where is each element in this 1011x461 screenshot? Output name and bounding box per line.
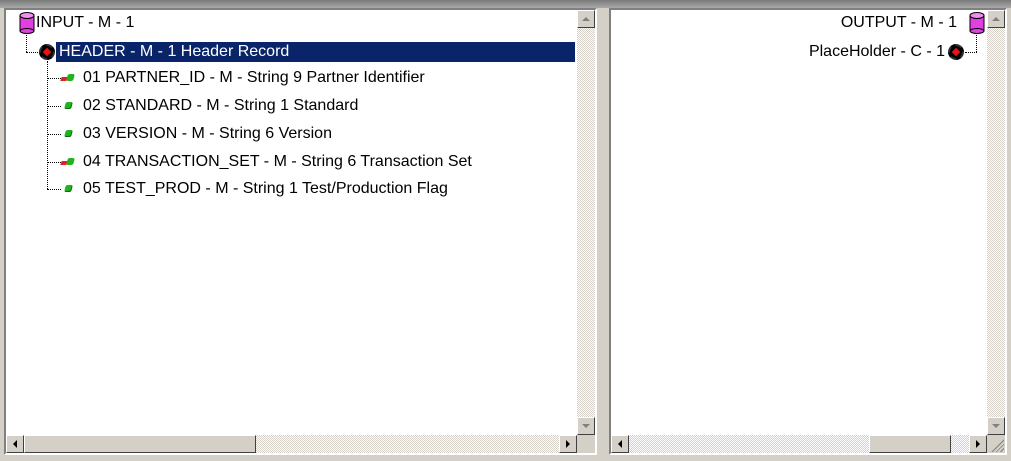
- tree-connector: [47, 162, 61, 163]
- arrow-left-icon: [618, 440, 622, 448]
- tree-root-label: INPUT - M - 1: [36, 14, 135, 31]
- mapped-leaf-icon: [60, 158, 75, 166]
- tree-node-label: PlaceHolder - C - 1: [808, 43, 945, 60]
- scroll-up-button[interactable]: [987, 10, 1005, 28]
- scroll-right-button[interactable]: [969, 435, 987, 453]
- leaf-icon: [64, 102, 73, 109]
- tree-connector: [47, 78, 61, 79]
- arrow-right-icon: [566, 440, 570, 448]
- output-tree: OUTPUT - M - 1 PlaceHolder - C - 1: [611, 10, 987, 435]
- scroll-right-button[interactable]: [559, 435, 577, 453]
- leaf-icon: [64, 130, 73, 137]
- tree-root-label: OUTPUT - M - 1: [840, 14, 957, 31]
- tree-connector: [965, 52, 977, 53]
- vertical-scrollbar[interactable]: [577, 10, 595, 435]
- tree-node-field[interactable]: 01 PARTNER_ID - M - String 9 Partner Ide…: [83, 68, 425, 88]
- tree-connector: [47, 134, 61, 135]
- tree-node-placeholder[interactable]: PlaceHolder - C - 1: [809, 42, 945, 62]
- scroll-left-button[interactable]: [6, 435, 24, 453]
- scroll-left-button[interactable]: [611, 435, 629, 453]
- input-tree: INPUT - M - 1 HEADER - M - 1 Header Reco…: [6, 10, 577, 435]
- scroll-thumb[interactable]: [869, 435, 951, 453]
- tree-root-output[interactable]: OUTPUT - M - 1: [841, 13, 957, 33]
- arrow-up-icon: [582, 17, 590, 21]
- leaf-icon: [64, 185, 73, 192]
- resize-grip-icon: [990, 438, 1004, 452]
- scrollbar-corner: [577, 435, 595, 453]
- tree-node-label: 03 VERSION - M - String 6 Version: [83, 125, 332, 142]
- database-icon: [969, 12, 985, 34]
- tree-node-field[interactable]: 03 VERSION - M - String 6 Version: [83, 124, 332, 144]
- tree-node-label: 05 TEST_PROD - M - String 1 Test/Product…: [83, 180, 448, 197]
- tree-node-label: 02 STANDARD - M - String 1 Standard: [83, 97, 359, 114]
- arrow-left-icon: [13, 440, 17, 448]
- input-tree-pane[interactable]: INPUT - M - 1 HEADER - M - 1 Header Reco…: [4, 8, 597, 455]
- resize-grip[interactable]: [987, 435, 1005, 453]
- tree-node-header[interactable]: HEADER - M - 1 Header Record: [56, 42, 293, 62]
- horizontal-scrollbar[interactable]: [6, 435, 577, 453]
- scroll-down-button[interactable]: [577, 417, 595, 435]
- vertical-scrollbar[interactable]: [987, 10, 1005, 435]
- tree-node-label: 04 TRANSACTION_SET - M - String 6 Transa…: [83, 153, 472, 170]
- tree-connector: [47, 106, 61, 107]
- tree-node-label: HEADER - M - 1 Header Record: [56, 43, 293, 60]
- tree-node-field[interactable]: 02 STANDARD - M - String 1 Standard: [83, 96, 358, 116]
- arrow-down-icon: [992, 424, 1000, 428]
- tree-root-input[interactable]: INPUT - M - 1: [36, 13, 134, 33]
- scroll-up-button[interactable]: [577, 10, 595, 28]
- arrow-right-icon: [976, 440, 980, 448]
- output-tree-pane[interactable]: OUTPUT - M - 1 PlaceHolder - C - 1: [609, 8, 1007, 455]
- tree-node-field[interactable]: 04 TRANSACTION_SET - M - String 6 Transa…: [83, 152, 472, 172]
- horizontal-scrollbar[interactable]: [611, 435, 987, 453]
- record-gear-icon: [39, 44, 55, 60]
- scroll-down-button[interactable]: [987, 417, 1005, 435]
- record-gear-icon: [948, 44, 964, 60]
- tree-connector: [976, 33, 977, 52]
- tree-connector: [26, 52, 38, 53]
- scroll-thumb[interactable]: [24, 435, 256, 453]
- arrow-down-icon: [582, 424, 590, 428]
- database-icon: [19, 12, 35, 34]
- tree-connector: [47, 189, 61, 190]
- tree-node-label: 01 PARTNER_ID - M - String 9 Partner Ide…: [83, 69, 425, 86]
- title-strip: [0, 0, 1011, 8]
- mapped-leaf-icon: [60, 74, 75, 82]
- tree-connector: [26, 33, 27, 52]
- tree-connector: [47, 61, 48, 189]
- tree-node-field[interactable]: 05 TEST_PROD - M - String 1 Test/Product…: [83, 179, 448, 199]
- arrow-up-icon: [992, 17, 1000, 21]
